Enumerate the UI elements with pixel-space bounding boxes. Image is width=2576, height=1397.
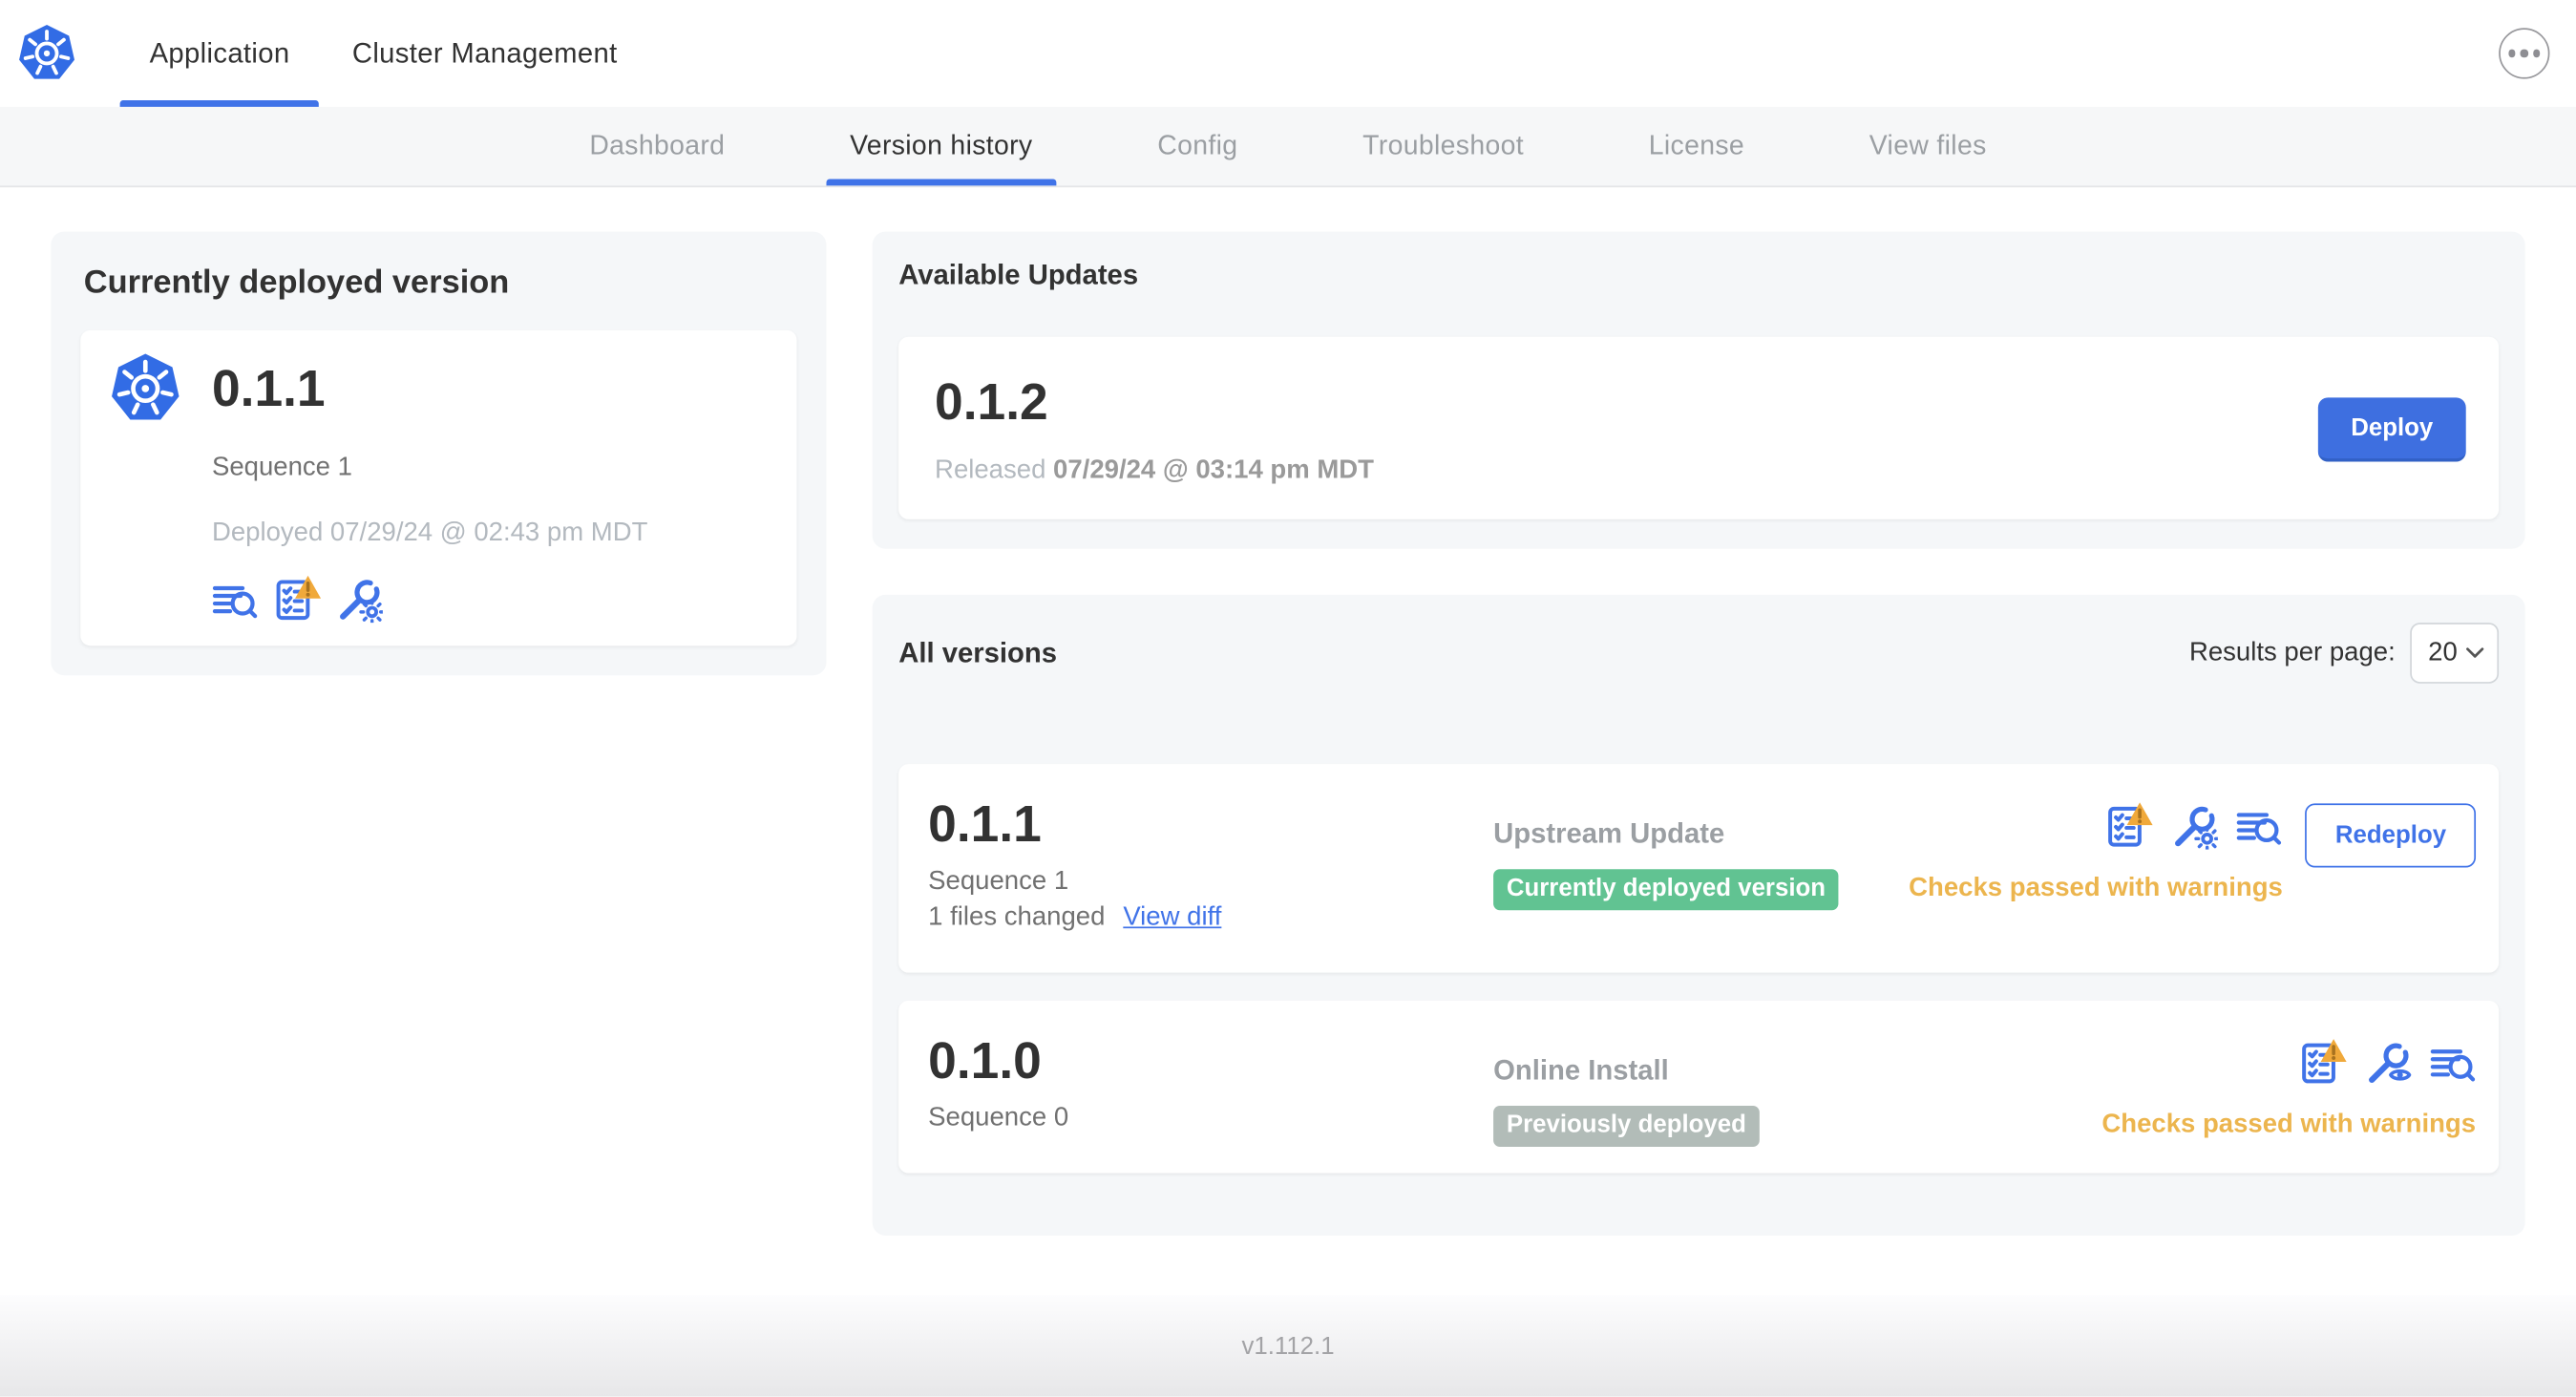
tab-cluster-management-label: Cluster Management: [351, 36, 618, 69]
right-column: Available Updates 0.1.2 Released 07/29/2…: [872, 231, 2525, 1236]
subnav-troubleshoot[interactable]: Troubleshoot: [1362, 107, 1524, 186]
deployed-sequence-label: Sequence 1: [211, 453, 352, 482]
version-row-0-1-0: 0.1.0 Sequence 0 Online Install Previous…: [898, 1000, 2500, 1174]
update-version-number: 0.1.2: [935, 372, 1048, 431]
all-versions-header: All versions Results per page: 20: [898, 623, 2500, 684]
released-timestamp: 07/29/24 @ 03:14 pm MDT: [1053, 456, 1375, 485]
available-updates-card: Available Updates 0.1.2 Released 07/29/2…: [872, 231, 2525, 549]
version-sequence: Sequence 0: [928, 1104, 1069, 1132]
all-versions-title: All versions: [898, 636, 1058, 668]
files-changed-count: 1 files changed: [928, 903, 1106, 932]
deployed-version-meta: Sequence 1 Deployed 07/29/24 @ 02:43 pm …: [211, 426, 768, 624]
version-actions: Checks passed with warnings Redeploy: [1909, 797, 2477, 947]
release-notes-icon[interactable]: [2237, 803, 2283, 849]
subnav-view-files[interactable]: View files: [1869, 107, 1987, 186]
console-version: v1.112.1: [1241, 1331, 1335, 1360]
update-released-line: Released 07/29/24 @ 03:14 pm MDT: [935, 456, 1374, 486]
deployed-version-number: 0.1.1: [211, 358, 326, 417]
release-notes-icon[interactable]: [2430, 1040, 2476, 1086]
preflight-checks-warning-icon[interactable]: [2298, 1037, 2348, 1087]
version-source-column: Online Install Previously deployed: [1493, 1033, 2101, 1148]
version-actions: Checks passed with warnings: [2101, 1033, 2476, 1147]
app-viewport: Application Cluster Management Dashboard…: [0, 0, 2576, 1397]
files-changed-line: 1 files changed View diff: [928, 900, 1493, 935]
subnav-config[interactable]: Config: [1157, 107, 1237, 186]
view-diff-link[interactable]: View diff: [1123, 900, 1221, 935]
version-sequence: Sequence 1: [928, 867, 1069, 896]
preflight-checks-warning-icon[interactable]: [273, 573, 323, 624]
main-content: Currently deployed version 0.1.1 Sequenc…: [0, 187, 2576, 1295]
results-per-page-select[interactable]: 20: [2410, 623, 2500, 684]
currently-deployed-card: Currently deployed version 0.1.1 Sequenc…: [51, 231, 827, 676]
more-options-button[interactable]: [2499, 28, 2550, 79]
view-config-wrench-eye-icon[interactable]: [2366, 1040, 2412, 1086]
version-source: Online Install: [1493, 1054, 1669, 1087]
release-notes-icon[interactable]: [212, 577, 258, 623]
subnav-dashboard[interactable]: Dashboard: [589, 107, 725, 186]
version-action-icons: [2105, 800, 2283, 850]
tab-application[interactable]: Application: [119, 0, 321, 107]
results-per-page-label: Results per page:: [2188, 638, 2396, 667]
all-versions-card: All versions Results per page: 20 0.1.1 …: [872, 594, 2525, 1236]
version-action-icons: [2298, 1037, 2476, 1087]
version-number: 0.1.0: [928, 1031, 1042, 1090]
redeploy-button[interactable]: Redeploy: [2305, 803, 2477, 868]
app-subnav: Dashboard Version history Config Trouble…: [0, 106, 2576, 188]
version-row-0-1-1: 0.1.1 Sequence 1 1 files changed View di…: [898, 764, 2500, 973]
version-source-column: Upstream Update Currently deployed versi…: [1493, 797, 1909, 947]
tab-cluster-management[interactable]: Cluster Management: [352, 0, 618, 107]
status-badge-currently-deployed: Currently deployed version: [1493, 869, 1839, 911]
update-info: 0.1.2 Released 07/29/24 @ 03:14 pm MDT: [935, 373, 1374, 487]
currently-deployed-title: Currently deployed version: [83, 265, 510, 301]
subnav-version-history[interactable]: Version history: [826, 107, 1056, 186]
subnav-license[interactable]: License: [1649, 107, 1744, 186]
update-row: 0.1.2 Released 07/29/24 @ 03:14 pm MDT D…: [898, 336, 2500, 519]
edit-config-wrench-gear-icon[interactable]: [2173, 803, 2219, 850]
preflight-status-text: Checks passed with warnings: [1909, 874, 2283, 902]
app-icon-kubernetes: [109, 351, 182, 425]
kubernetes-logo-icon: [16, 23, 77, 84]
version-number: 0.1.1: [928, 794, 1042, 854]
checks-column: Checks passed with warnings: [2101, 1037, 2477, 1140]
version-info: 0.1.1 Sequence 1 1 files changed View di…: [928, 797, 1493, 947]
version-source: Upstream Update: [1493, 817, 1725, 850]
top-tabs: Application Cluster Management: [119, 0, 618, 107]
tab-application-label: Application: [149, 36, 290, 69]
checks-column: Checks passed with warnings: [1909, 800, 2283, 903]
results-per-page-value: 20: [2428, 638, 2458, 667]
top-nav: Application Cluster Management: [0, 0, 2576, 107]
deployed-timestamp: Deployed 07/29/24 @ 02:43 pm MDT: [211, 519, 648, 547]
chevron-down-icon: [2466, 647, 2484, 658]
preflight-status-text: Checks passed with warnings: [2101, 1111, 2477, 1139]
version-info: 0.1.0 Sequence 0: [928, 1033, 1493, 1147]
currently-deployed-version-card: 0.1.1 Sequence 1 Deployed 07/29/24 @ 02:…: [80, 329, 797, 646]
results-per-page: Results per page: 20: [2188, 623, 2500, 684]
released-prefix: Released: [935, 456, 1046, 485]
edit-config-wrench-gear-icon[interactable]: [337, 577, 383, 624]
deploy-button[interactable]: Deploy: [2317, 397, 2466, 462]
available-updates-title: Available Updates: [898, 259, 1139, 291]
deployed-version-actions: [212, 573, 768, 624]
version-rows: 0.1.1 Sequence 1 1 files changed View di…: [898, 764, 2500, 1174]
app-footer: v1.112.1: [0, 1294, 2576, 1397]
preflight-checks-warning-icon[interactable]: [2105, 800, 2155, 850]
status-badge-previously-deployed: Previously deployed: [1493, 1106, 1760, 1148]
ellipsis-icon: [2508, 50, 2516, 57]
